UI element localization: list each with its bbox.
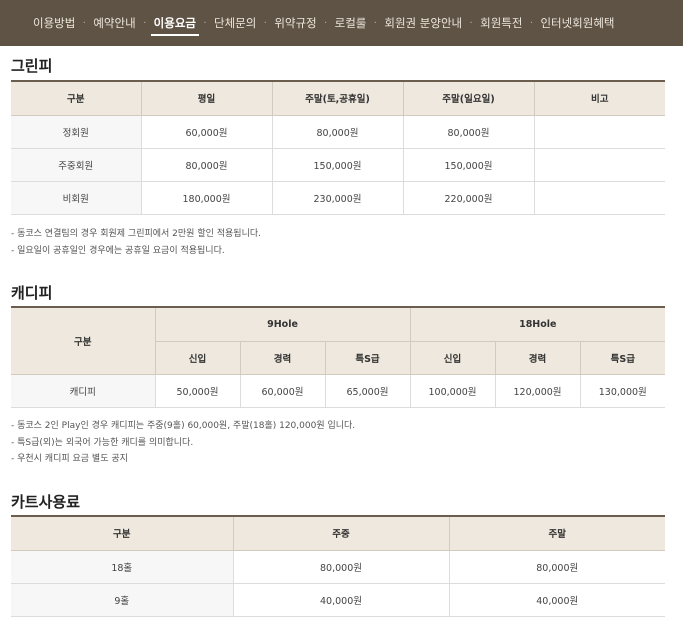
table-cell: 100,000원 [409,374,496,408]
table-cell: 120,000원 [494,374,581,408]
column-header: 주말(토,공휴일) [271,80,404,116]
table-header-row: 구분 주중 주말 [11,515,665,551]
nav-separator: · [324,17,328,29]
row-label: 9홀 [11,583,234,617]
table-cell: 150,000원 [271,148,404,182]
section-title-greenfee: 그린피 [11,57,53,75]
nav-item-internet-member-benefits[interactable]: 인터넷회원혜택 [540,0,614,46]
caddie-notes: - 동코스 2인 Play인 경우 캐디피는 주중(9홀) 60,000원, 주… [11,418,355,468]
section-title-caddie: 캐디피 [11,284,53,302]
nav-separator: · [469,17,473,29]
table-cell: 80,000원 [402,115,535,149]
table-cell: 60,000원 [140,115,273,149]
note-line: - 동코스 2인 Play인 경우 캐디피는 주중(9홀) 60,000원, 주… [11,421,356,431]
note-line: - 우천시 캐디피 요금 별도 공지 [11,454,128,464]
table-row: 캐디피 50,000원 60,000원 65,000원 100,000원 120… [11,374,666,408]
row-label: 18홀 [11,550,234,584]
table-cell: 80,000원 [448,550,665,584]
table-cell: 80,000원 [140,148,273,182]
table-cell: 40,000원 [448,583,665,617]
table-cell [533,181,665,215]
greenfee-table: 구분 평일 주말(토,공휴일) 주말(일요일) 비고 정회원 60,000원 8… [11,80,665,215]
column-header: 신입 [155,341,241,375]
table-cell: 65,000원 [324,374,411,408]
caddie-table: 구분 9Hole 18Hole 신입 경력 특S급 신입 경력 특S급 캐디피 … [11,306,666,408]
table-header-row: 구분 9Hole 18Hole [11,306,666,375]
column-header: 구분 [11,306,156,375]
column-header: 신입 [409,341,496,375]
table-header-row: 구분 평일 주말(토,공휴일) 주말(일요일) 비고 [11,80,665,116]
row-label: 정회원 [11,115,142,149]
nav-separator: · [203,17,207,29]
table-row: 정회원 60,000원 80,000원 80,000원 [11,115,665,149]
table-row: 비회원 180,000원 230,000원 220,000원 [11,181,665,215]
table-cell: 150,000원 [402,148,535,182]
nav-separator: · [82,17,86,29]
nav-item-usage[interactable]: 이용방법 [33,0,75,46]
table-cell: 40,000원 [232,583,450,617]
table-cell: 50,000원 [154,374,241,408]
column-header: 특S급 [324,341,411,375]
group-header-9hole: 9Hole [154,306,411,342]
nav-separator: · [373,17,377,29]
column-header: 비고 [533,80,665,116]
note-line: - 특S급(외)는 외국어 가능한 캐디를 의미합니다. [11,437,194,448]
table-cell: 230,000원 [271,181,404,215]
nav-separator: · [263,17,267,29]
table-row: 주중회원 80,000원 150,000원 150,000원 [11,148,665,182]
table-cell: 80,000원 [232,550,450,584]
nav-item-fees[interactable]: 이용요금 [150,0,200,46]
nav-item-member-benefits[interactable]: 회원특전 [480,0,522,46]
column-header: 평일 [140,80,273,116]
nav-item-membership-sale[interactable]: 회원권 분양안내 [384,0,462,46]
cart-table: 구분 주중 주말 18홀 80,000원 80,000원 9홀 40,000원 … [11,515,665,617]
note-line: - 동코스 연결팀의 경우 회원제 그린피에서 2만원 할인 적용됩니다. [11,229,262,239]
table-row: 9홀 40,000원 40,000원 [11,583,665,617]
row-label: 비회원 [11,181,142,215]
greenfee-notes: - 동코스 연결팀의 경우 회원제 그린피에서 2만원 할인 적용됩니다. - … [11,226,261,259]
column-header: 주말(일요일) [402,80,535,116]
column-header: 구분 [11,80,142,116]
column-header: 주말 [448,515,665,551]
column-header: 경력 [239,341,326,375]
table-cell: 180,000원 [140,181,273,215]
note-line: - 일요일이 공휴일인 경우에는 공휴일 요금이 적용됩니다. [11,245,225,256]
top-navigation: 이용방법 · 예약안내 · 이용요금 · 단체문의 · 위약규정 · 로컬룰 ·… [0,0,683,46]
table-cell: 80,000원 [271,115,404,149]
nav-separator: · [143,17,147,29]
table-cell [533,115,665,149]
table-cell [533,148,665,182]
row-label: 주중회원 [11,148,142,182]
column-header: 구분 [11,515,234,551]
table-row: 18홀 80,000원 80,000원 [11,550,665,584]
group-header-18hole: 18Hole [409,306,666,342]
table-cell: 60,000원 [239,374,326,408]
row-label: 캐디피 [11,374,156,408]
nav-item-reservation[interactable]: 예약안내 [93,0,135,46]
nav-separator: · [529,17,534,29]
column-header: 주중 [232,515,450,551]
nav-item-cancellation-policy[interactable]: 위약규정 [274,0,316,46]
section-title-cart: 카트사용료 [11,493,81,511]
table-cell: 220,000원 [402,181,535,215]
column-header: 경력 [494,341,581,375]
table-cell: 130,000원 [579,374,666,408]
column-header: 특S급 [579,341,666,375]
nav-item-group-inquiry[interactable]: 단체문의 [214,0,256,46]
nav-item-local-rules[interactable]: 로컬룰 [335,0,367,46]
